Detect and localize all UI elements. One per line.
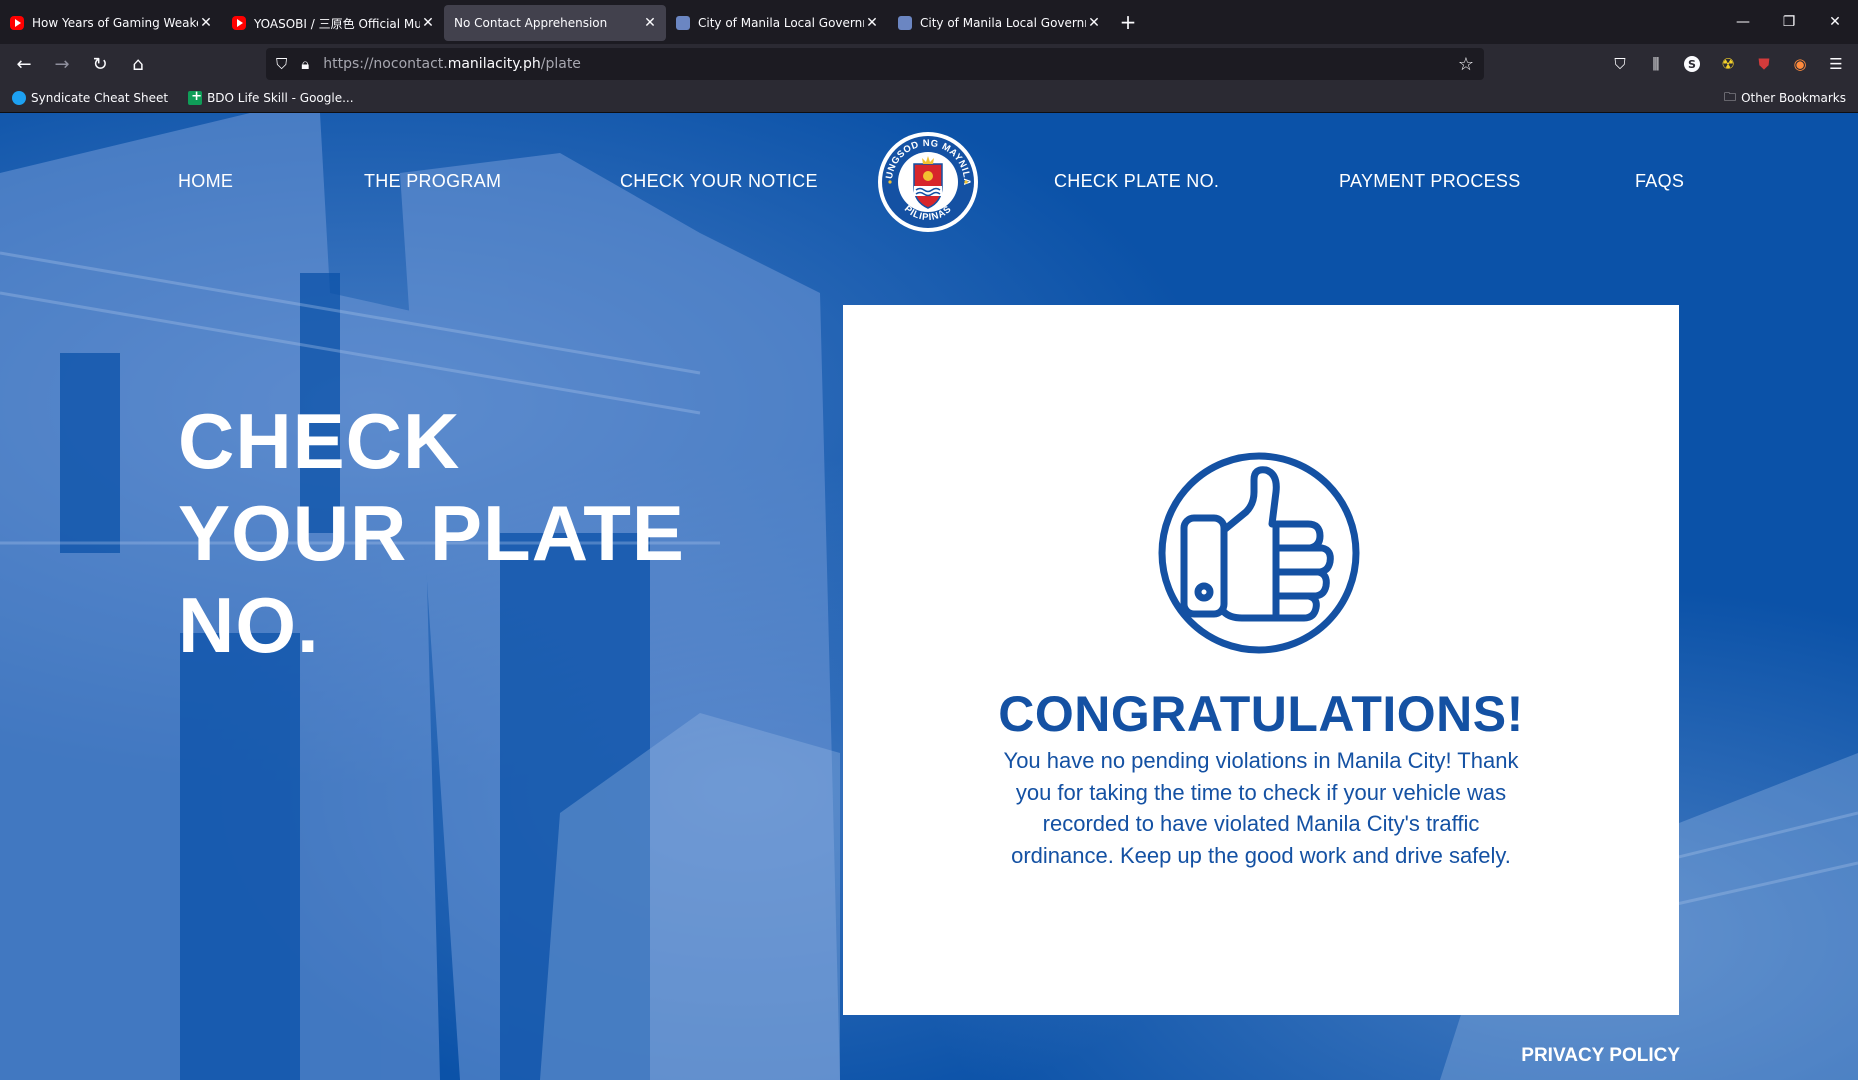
radiation-extension-icon[interactable]: ☢ xyxy=(1716,52,1740,76)
nav-faqs[interactable]: FAQS xyxy=(1635,171,1684,192)
bookmark-bdo[interactable]: BDO Life Skill - Google... xyxy=(188,89,354,105)
bookmark-label: Syndicate Cheat Sheet xyxy=(31,91,169,105)
bookmark-syndicate[interactable]: Syndicate Cheat Sheet xyxy=(12,91,168,105)
tab-close-icon[interactable]: ✕ xyxy=(642,15,658,31)
forward-arrow-icon[interactable]: → xyxy=(44,48,80,80)
lock-icon[interactable]: 🔒︎ xyxy=(301,55,309,73)
tab-manila-gov-1[interactable]: City of Manila Local Governmen ✕ xyxy=(666,5,888,41)
tab-no-contact-apprehension[interactable]: No Contact Apprehension ✕ xyxy=(444,5,666,41)
youtube-icon xyxy=(232,16,246,30)
tab-title: City of Manila Local Governmen xyxy=(920,16,1086,30)
nav-check-your-notice[interactable]: CHECK YOUR NOTICE xyxy=(620,171,818,192)
manila-gov-icon xyxy=(676,16,690,30)
result-card: CONGRATULATIONS! You have no pending vio… xyxy=(843,305,1679,1015)
url-text[interactable]: https://nocontact.manilacity.ph/plate xyxy=(323,56,1458,72)
address-bar[interactable]: ⛉ 🔒︎ https://nocontact.manilacity.ph/pla… xyxy=(266,48,1484,80)
congratulations-heading: CONGRATULATIONS! xyxy=(998,686,1524,742)
privacy-policy-link[interactable]: PRIVACY POLICY xyxy=(1521,1045,1680,1067)
reload-icon[interactable]: ↻ xyxy=(82,48,118,80)
library-icon[interactable]: ⫼ xyxy=(1644,52,1668,76)
tab-close-icon[interactable]: ✕ xyxy=(1086,15,1102,31)
hero-title: CHECK YOUR PLATE NO. xyxy=(178,395,738,671)
twitter-icon xyxy=(12,91,26,105)
url-scheme: https://nocontact. xyxy=(323,56,448,72)
nav-home[interactable]: HOME xyxy=(178,171,233,192)
extension-s-icon[interactable]: S xyxy=(1680,52,1704,76)
hero-title-line: CHECK xyxy=(178,397,461,485)
hamburger-menu-icon[interactable]: ☰ xyxy=(1824,52,1848,76)
tab-youtube-yoasobi[interactable]: YOASOBI / 三原色 Official Musi ✕ xyxy=(222,5,444,41)
site-navigation: HOME THE PROGRAM CHECK YOUR NOTICE CHECK… xyxy=(0,113,1858,253)
nav-the-program[interactable]: THE PROGRAM xyxy=(364,171,501,192)
tracking-shield-icon[interactable]: ⛉ xyxy=(276,55,287,73)
manila-gov-icon xyxy=(898,16,912,30)
tab-close-icon[interactable]: ✕ xyxy=(198,15,214,31)
bookmark-label: BDO Life Skill - Google... xyxy=(207,91,354,105)
new-tab-icon[interactable]: + xyxy=(1110,10,1146,34)
bookmarks-bar: Syndicate Cheat Sheet BDO Life Skill - G… xyxy=(0,84,1858,113)
google-sheets-icon xyxy=(188,89,203,105)
tab-youtube-gaming[interactable]: How Years of Gaming Weakens ✕ xyxy=(0,5,222,41)
nav-payment-process[interactable]: PAYMENT PROCESS xyxy=(1339,171,1521,192)
hero-title-line: YOUR PLATE xyxy=(178,489,685,577)
manila-city-seal-logo[interactable]: LUNGSOD NG MAYNILA PILIPINAS xyxy=(876,130,980,234)
close-window-icon[interactable]: ✕ xyxy=(1812,0,1858,44)
url-domain: manilacity.ph xyxy=(447,56,541,72)
thumbs-up-icon xyxy=(1158,452,1360,654)
pocket-icon[interactable]: ⛉ xyxy=(1608,52,1632,76)
tab-title: City of Manila Local Governmen xyxy=(698,16,864,30)
url-path: /plate xyxy=(540,56,581,72)
window-controls: — ❐ ✕ xyxy=(1720,0,1858,44)
browser-toolbar: ← → ↻ ⌂ ⛉ 🔒︎ https://nocontact.manilacit… xyxy=(0,44,1858,84)
minimize-icon[interactable]: — xyxy=(1720,0,1766,44)
tab-close-icon[interactable]: ✕ xyxy=(420,15,436,31)
bookmark-star-icon[interactable]: ☆ xyxy=(1458,54,1474,75)
firefox-account-icon[interactable]: ◉ xyxy=(1788,52,1812,76)
restore-icon[interactable]: ❐ xyxy=(1766,0,1812,44)
tab-title: No Contact Apprehension xyxy=(454,16,608,30)
tab-close-icon[interactable]: ✕ xyxy=(864,15,880,31)
other-bookmarks-label: Other Bookmarks xyxy=(1741,91,1846,105)
other-bookmarks[interactable]: 🗀 Other Bookmarks xyxy=(1724,84,1846,112)
nav-check-plate-no[interactable]: CHECK PLATE NO. xyxy=(1054,171,1219,192)
tab-strip: How Years of Gaming Weakens ✕ YOASOBI / … xyxy=(0,0,1858,44)
web-page: HOME THE PROGRAM CHECK YOUR NOTICE CHECK… xyxy=(0,113,1858,1080)
tab-title: YOASOBI / 三原色 Official Musi xyxy=(254,16,420,31)
youtube-icon xyxy=(10,16,24,30)
tab-title: How Years of Gaming Weakens xyxy=(32,16,198,30)
ublock-origin-icon[interactable]: ⛊ xyxy=(1752,52,1776,76)
folder-icon: 🗀 xyxy=(1724,89,1737,104)
extension-toolbar: ⛉ ⫼ S ☢ ⛊ ◉ ☰ xyxy=(1608,48,1848,80)
result-message: You have no pending violations in Manila… xyxy=(1003,748,1519,868)
back-arrow-icon[interactable]: ← xyxy=(6,48,42,80)
home-icon[interactable]: ⌂ xyxy=(120,48,156,80)
tab-manila-gov-2[interactable]: City of Manila Local Governmen ✕ xyxy=(888,5,1110,41)
hero-title-line: NO. xyxy=(178,581,320,669)
